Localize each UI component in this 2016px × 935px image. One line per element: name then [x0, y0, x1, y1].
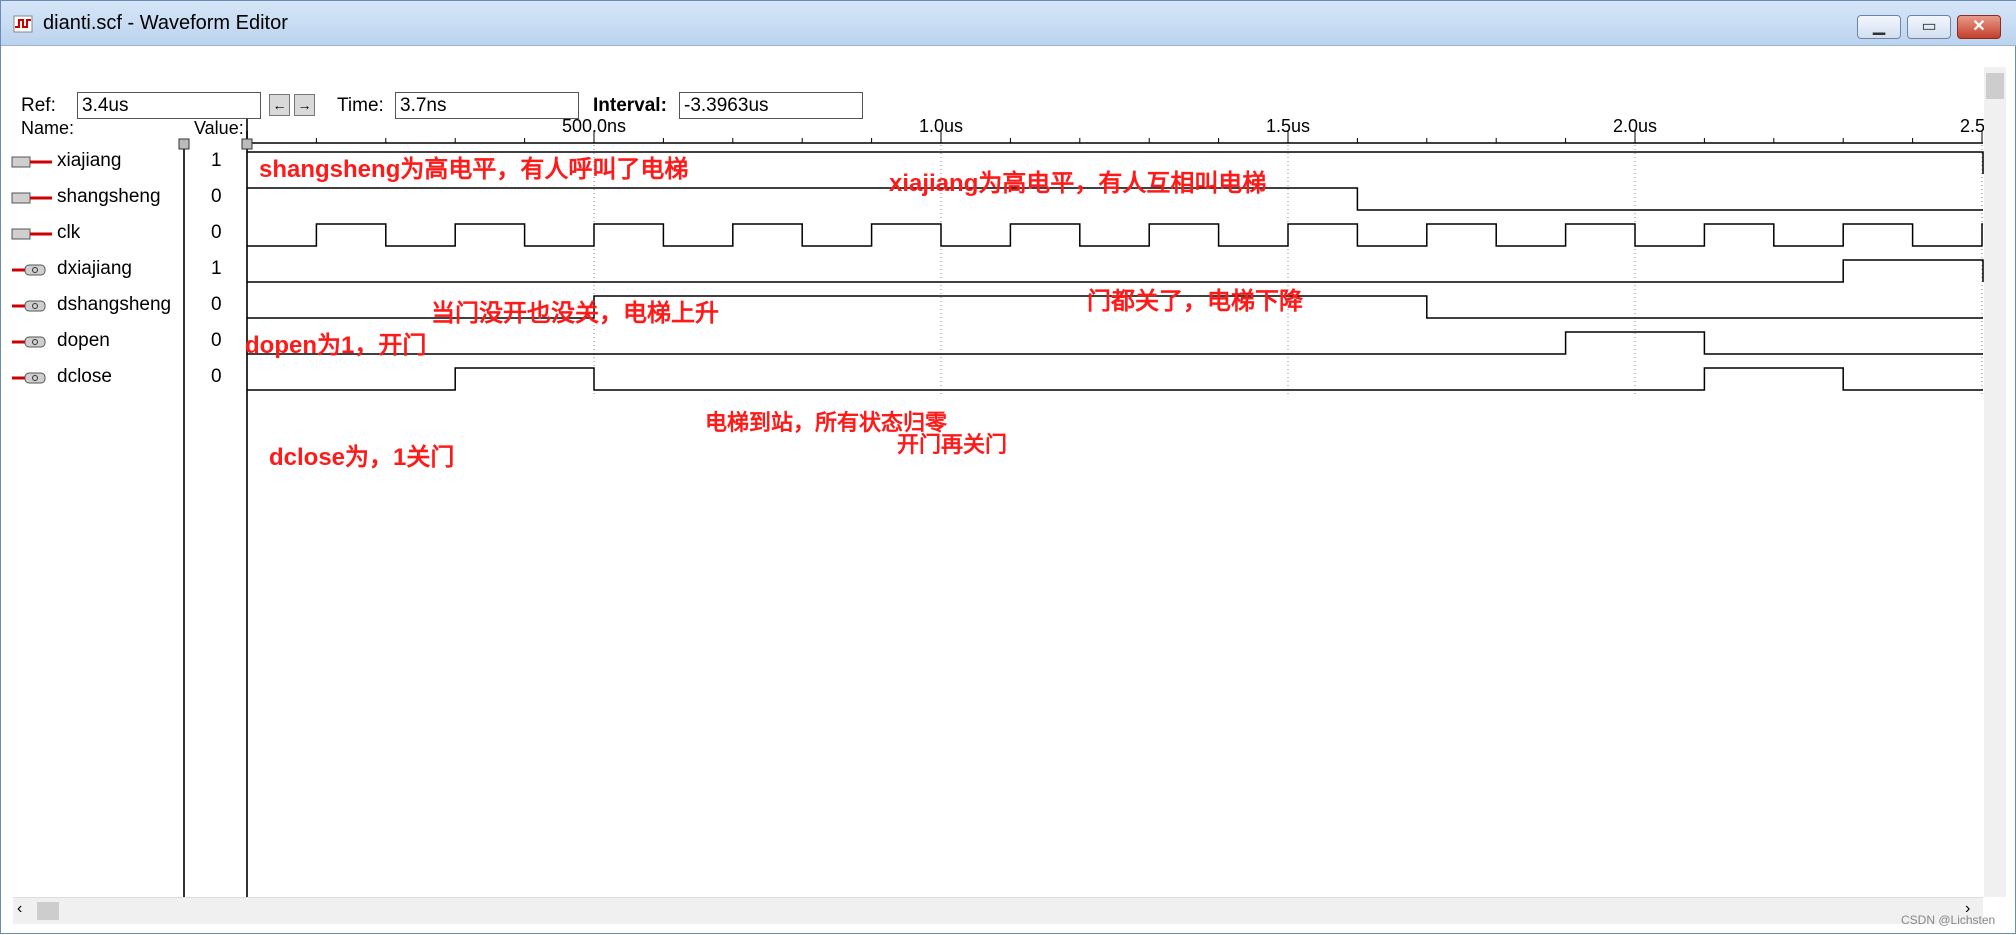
annotation-shangsheng: shangsheng为高电平，有人呼叫了电梯 — [259, 156, 689, 183]
waveform-dopen — [247, 331, 1983, 355]
annotation-dclose: dclose为，1关门 — [269, 444, 455, 471]
time-axis-label: 1.0us — [919, 116, 963, 136]
time-axis-label: 2.0us — [1613, 116, 1657, 136]
horizontal-scrollbar[interactable]: ‹ › — [13, 897, 1983, 924]
waveform-dxiajiang — [247, 259, 1984, 283]
scroll-left-icon[interactable]: ‹ — [17, 900, 22, 918]
vertical-scrollbar[interactable] — [1984, 67, 2006, 897]
horizontal-scroll-thumb[interactable] — [37, 902, 59, 920]
annotation-dshangsheng: 当门没开也没关，电梯上升 — [431, 300, 719, 327]
waveform-clk — [247, 223, 1983, 247]
annotation-dxiajiang: 门都关了，电梯下降 — [1087, 288, 1303, 315]
waveform-dclose — [247, 367, 1983, 391]
name-divider-handle — [178, 138, 190, 150]
watermark: CSDN @Lichsten — [1901, 913, 1996, 927]
time-axis-label: 1.5us — [1266, 116, 1310, 136]
annotation-dopen: dopen为1，开门 — [245, 332, 427, 359]
annotation-open-close: 开门再关门 — [897, 432, 1008, 457]
value-divider-handle — [241, 138, 253, 150]
waveform-editor-window: dianti.scf - Waveform Editor ▁ ▭ ✕ Ref: … — [0, 0, 2016, 934]
annotation-xiajiang: xiajiang为高电平，有人互相叫电梯 — [889, 170, 1267, 197]
vertical-scroll-thumb[interactable] — [1986, 73, 2004, 99]
time-axis-label: 500.0ns — [562, 116, 626, 136]
